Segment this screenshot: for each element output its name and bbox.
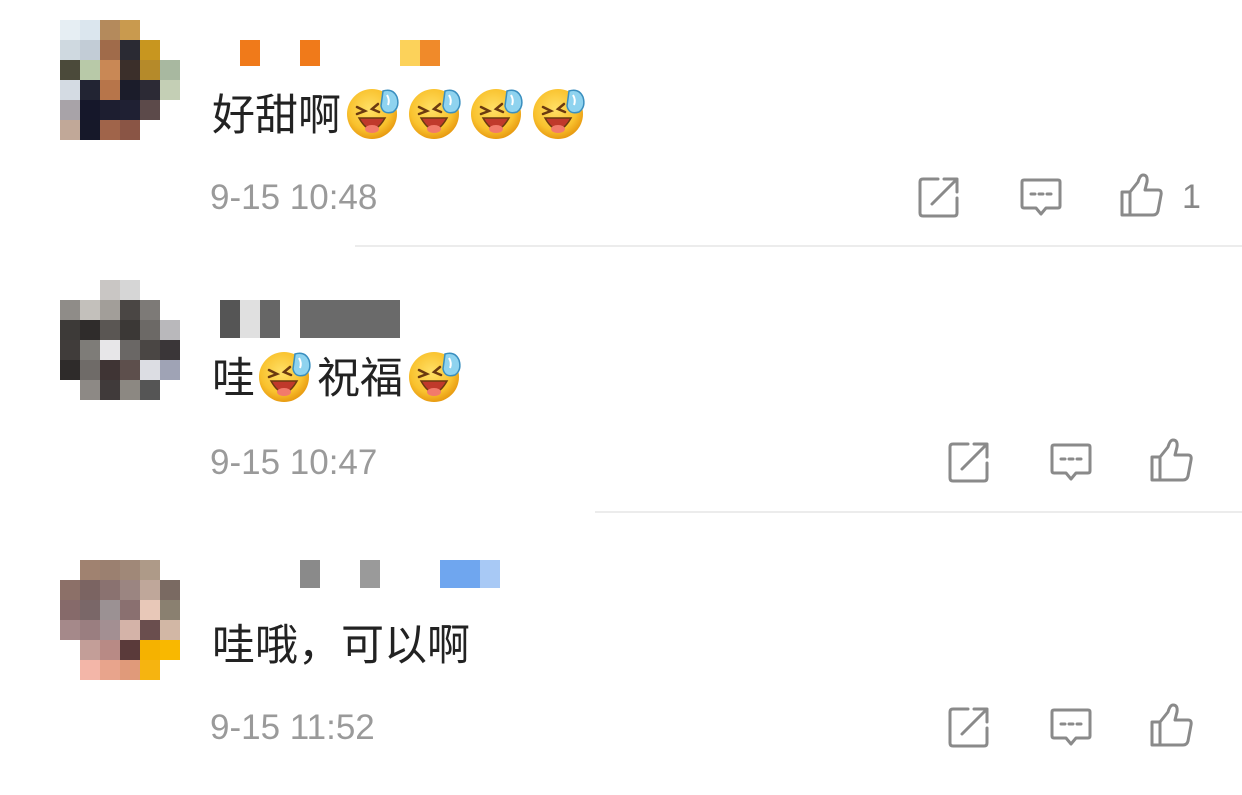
comment-timestamp: 9-15 11:52 [210,708,375,747]
comment-item: 好甜啊 9-15 10:48 1 [0,0,1242,265]
avatar[interactable] [60,20,180,140]
comment-text-label-1: 哇 [212,354,255,404]
reply-button[interactable] [1018,174,1064,220]
comment-icon [1018,174,1064,220]
share-icon [946,704,992,750]
avatar[interactable] [60,560,180,680]
username-redacted[interactable] [213,560,513,588]
laugh-cry-emoji-icon [469,83,527,141]
comment-text-label-2: 祝福 [317,354,403,404]
share-button[interactable] [916,174,962,220]
comment-text: 哇哦，可以啊 [212,612,470,672]
comment-text-label: 哇哦，可以啊 [212,621,470,671]
divider [355,245,1242,247]
comment-text: 好甜啊 [212,82,589,142]
like-button[interactable] [1148,437,1194,483]
share-icon [916,174,962,220]
like-button[interactable] [1118,172,1164,218]
like-count: 1 [1182,178,1201,216]
comment-icon [1048,439,1094,485]
username-redacted[interactable] [213,40,443,66]
comment-text-label: 好甜啊 [212,91,341,141]
comment-item: 哇 祝福 9-15 10:47 [0,265,1242,530]
like-button[interactable] [1148,702,1194,748]
comment-icon [1048,704,1094,750]
comment-item: 哇哦，可以啊 9-15 11:52 [0,530,1242,795]
laugh-cry-emoji-icon [531,83,589,141]
avatar[interactable] [60,280,180,400]
share-icon [946,439,992,485]
thumbs-up-icon [1148,437,1194,483]
comment-timestamp: 9-15 10:48 [210,178,378,217]
laugh-cry-emoji-icon [257,346,315,404]
share-button[interactable] [946,704,992,750]
laugh-cry-emoji-icon [407,346,465,404]
reply-button[interactable] [1048,704,1094,750]
thumbs-up-icon [1148,702,1194,748]
divider [595,511,1242,513]
share-button[interactable] [946,439,992,485]
comment-timestamp: 9-15 10:47 [210,443,378,482]
username-redacted[interactable] [213,300,413,338]
thumbs-up-icon [1118,172,1164,218]
laugh-cry-emoji-icon [407,83,465,141]
laugh-cry-emoji-icon [345,83,403,141]
comment-text: 哇 祝福 [212,345,465,405]
reply-button[interactable] [1048,439,1094,485]
